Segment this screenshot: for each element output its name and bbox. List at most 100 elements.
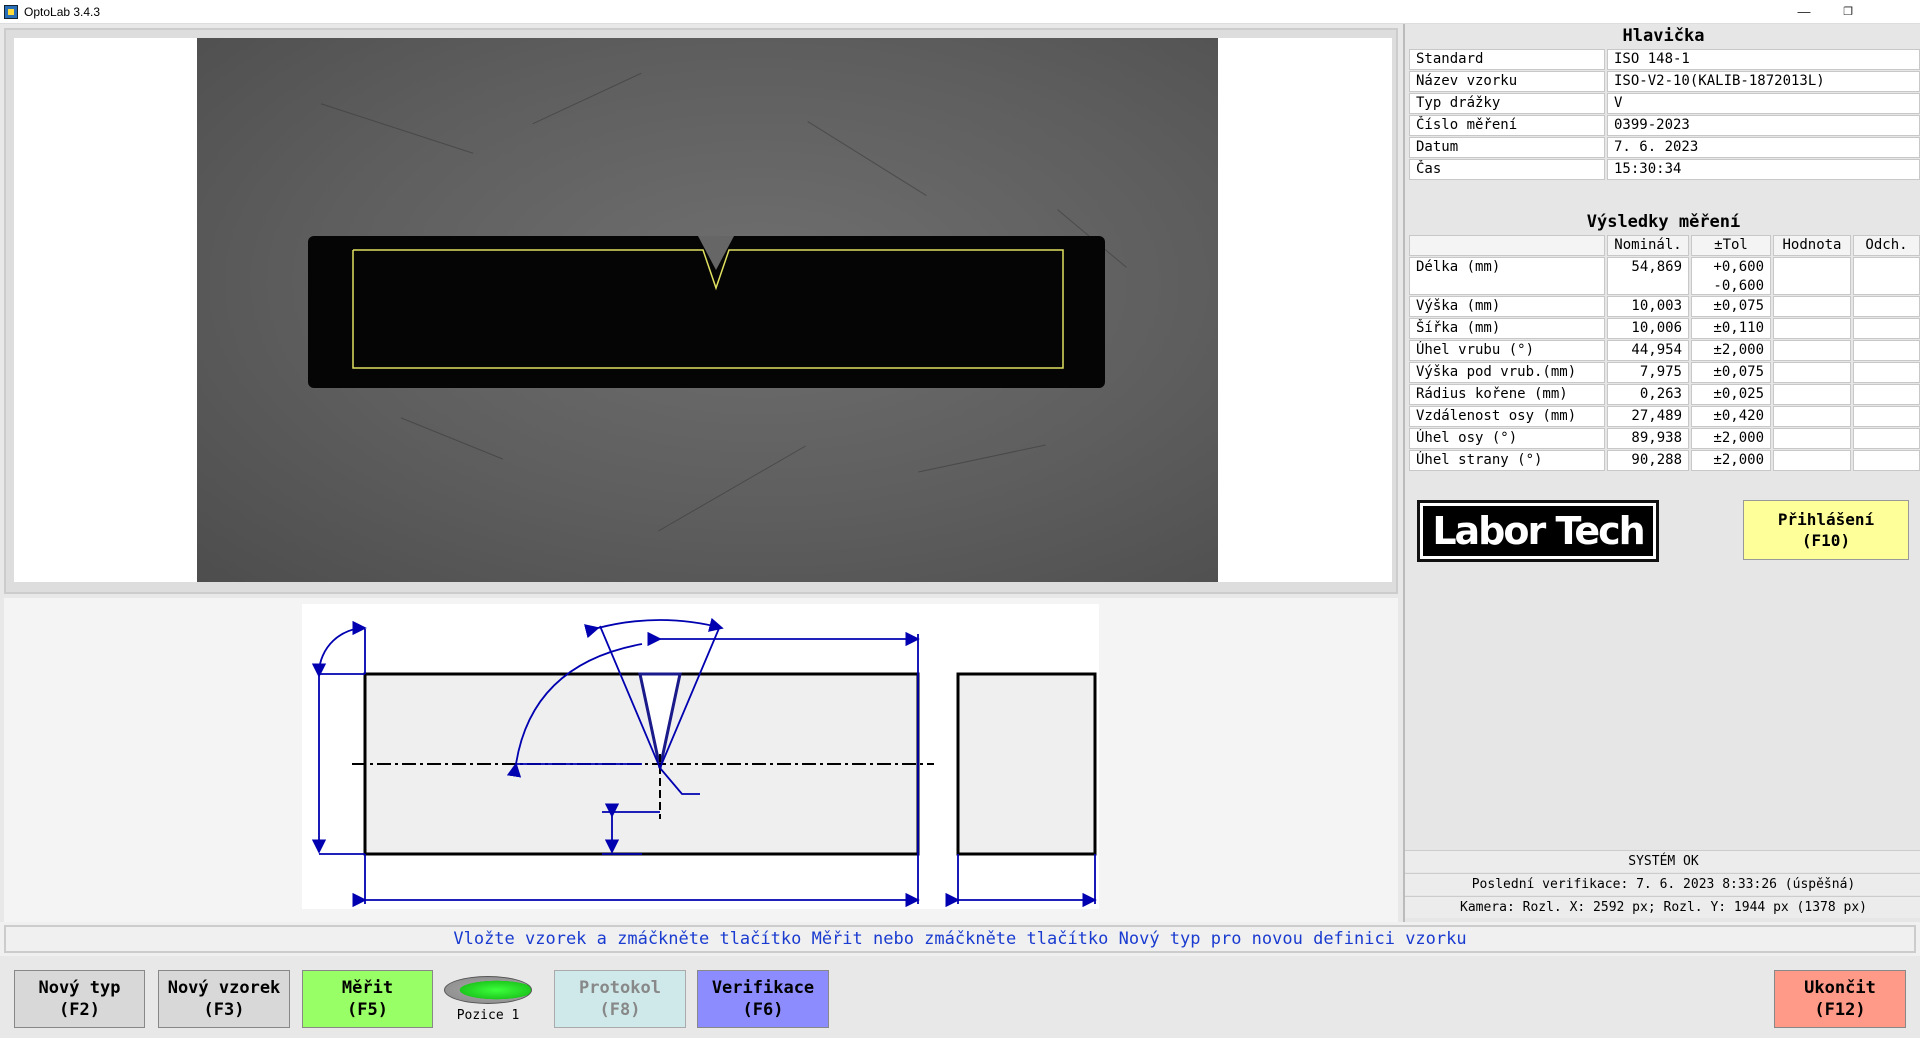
login-shortcut: (F10) xyxy=(1801,531,1851,550)
result-tol: ±2,000 xyxy=(1691,450,1771,471)
new-sample-label: Nový vzorek xyxy=(167,978,281,998)
result-tol: ±2,000 xyxy=(1691,340,1771,361)
result-tol: ±0,025 xyxy=(1691,384,1771,405)
result-nominal: 54,869 xyxy=(1607,257,1689,295)
specimen-drawing xyxy=(302,604,1099,909)
header-value: 15:30:34 xyxy=(1607,159,1920,180)
camera-panel xyxy=(4,28,1398,594)
system-status: SYSTÉM OK xyxy=(1405,850,1920,872)
login-label: Přihlášení xyxy=(1777,510,1875,529)
header-value: 0399-2023 xyxy=(1607,115,1920,136)
bottom-toolbar: Nový typ (F2) Nový vzorek (F3) Měřit (F5… xyxy=(0,956,1920,1038)
result-name: Délka (mm) xyxy=(1409,257,1605,295)
header-value: ISO-V2-10(KALIB-1872013L) xyxy=(1607,71,1920,92)
measure-label: Měřit xyxy=(341,978,394,998)
col-header-dev: Odch. xyxy=(1853,235,1920,256)
results-title: Výsledky měření xyxy=(1586,212,1741,232)
position-led-icon xyxy=(444,976,532,1004)
protocol-button[interactable]: Protokol (F8) xyxy=(554,970,686,1028)
result-value xyxy=(1773,384,1851,405)
new-type-shortcut: (F2) xyxy=(59,1000,100,1020)
result-name: Rádius kořene (mm) xyxy=(1409,384,1605,405)
measure-shortcut: (F5) xyxy=(347,1000,388,1020)
result-tol: ±0,110 xyxy=(1691,318,1771,339)
new-sample-shortcut: (F3) xyxy=(203,1000,245,1020)
result-value xyxy=(1773,362,1851,383)
result-name: Úhel osy (°) xyxy=(1409,428,1605,449)
new-type-button[interactable]: Nový typ (F2) xyxy=(14,970,145,1028)
last-verification: Poslední verifikace: 7. 6. 2023 8:33:26 … xyxy=(1405,873,1920,895)
col-header-tol: ±Tol xyxy=(1691,235,1771,256)
result-tol: ±0,075 xyxy=(1691,296,1771,317)
detection-overlay xyxy=(352,249,1064,369)
result-tol: ±2,000 xyxy=(1691,428,1771,449)
result-nominal: 27,489 xyxy=(1607,406,1689,427)
result-nominal: 89,938 xyxy=(1607,428,1689,449)
measure-button[interactable]: Měřit (F5) xyxy=(302,970,433,1028)
result-dev xyxy=(1853,384,1920,405)
position-label: Pozice 1 xyxy=(456,1008,520,1023)
protocol-shortcut: (F8) xyxy=(599,1000,641,1020)
result-value xyxy=(1773,296,1851,317)
col-header-nominal: Nominál. xyxy=(1607,235,1689,256)
exit-label: Ukončit xyxy=(1804,978,1876,998)
result-nominal: 90,288 xyxy=(1607,450,1689,471)
result-dev xyxy=(1853,257,1920,295)
restore-icon[interactable]: ❐ xyxy=(1826,2,1870,22)
exit-shortcut: (F12) xyxy=(1814,1000,1866,1020)
header-label: Typ drážky xyxy=(1409,93,1605,114)
result-tol: ±0,420 xyxy=(1691,406,1771,427)
header-label: Číslo měření xyxy=(1409,115,1605,136)
exit-button[interactable]: Ukončit (F12) xyxy=(1774,970,1906,1028)
result-value xyxy=(1773,257,1851,295)
camera-frame xyxy=(14,38,1392,582)
header-label: Standard xyxy=(1409,49,1605,70)
result-dev xyxy=(1853,340,1920,361)
verification-label: Verifikace xyxy=(711,978,815,998)
result-dev xyxy=(1853,428,1920,449)
result-name: Úhel strany (°) xyxy=(1409,450,1605,471)
header-value: ISO 148-1 xyxy=(1607,49,1920,70)
logo-text: Labor Tech xyxy=(1423,506,1653,556)
results-corner-cell xyxy=(1409,235,1605,256)
position-indicator: Pozice 1 xyxy=(440,976,536,1026)
result-tol-minus: -0,600 xyxy=(1713,278,1764,294)
header-value: V xyxy=(1607,93,1920,114)
header-label: Čas xyxy=(1409,159,1605,180)
protocol-label: Protokol xyxy=(579,978,661,998)
result-value xyxy=(1773,428,1851,449)
result-value xyxy=(1773,406,1851,427)
new-sample-button[interactable]: Nový vzorek (F3) xyxy=(158,970,290,1028)
instruction-message: Vložte vzorek a zmáčkněte tlačítko Měřit… xyxy=(4,925,1916,953)
verification-button[interactable]: Verifikace (F6) xyxy=(697,970,829,1028)
result-value xyxy=(1773,340,1851,361)
result-dev xyxy=(1853,450,1920,471)
result-name: Výška pod vrub.(mm) xyxy=(1409,362,1605,383)
app-icon xyxy=(4,5,18,19)
result-value xyxy=(1773,450,1851,471)
result-dev xyxy=(1853,296,1920,317)
drawing-panel xyxy=(4,598,1398,922)
header-label: Název vzorku xyxy=(1409,71,1605,92)
result-nominal: 0,263 xyxy=(1607,384,1689,405)
labortech-logo: Labor Tech xyxy=(1417,500,1659,562)
result-name: Úhel vrubu (°) xyxy=(1409,340,1605,361)
result-name: Výška (mm) xyxy=(1409,296,1605,317)
minimize-icon[interactable]: — xyxy=(1782,2,1826,22)
header-label: Datum xyxy=(1409,137,1605,158)
camera-image xyxy=(197,38,1218,582)
dimension-drawing-svg xyxy=(311,617,1097,908)
result-nominal: 10,003 xyxy=(1607,296,1689,317)
result-nominal: 7,975 xyxy=(1607,362,1689,383)
new-type-label: Nový typ xyxy=(38,978,121,998)
result-name: Vzdálenost osy (mm) xyxy=(1409,406,1605,427)
result-nominal: 10,006 xyxy=(1607,318,1689,339)
result-tol: +0,600 -0,600 xyxy=(1691,257,1771,295)
camera-info: Kamera: Rozl. X: 2592 px; Rozl. Y: 1944 … xyxy=(1405,896,1920,918)
result-name: Šířka (mm) xyxy=(1409,318,1605,339)
header-value: 7. 6. 2023 xyxy=(1607,137,1920,158)
verification-shortcut: (F6) xyxy=(742,1000,784,1020)
right-panel: Hlavička Standard ISO 148-1 Název vzorku… xyxy=(1403,24,1920,922)
login-button[interactable]: Přihlášení (F10) xyxy=(1743,500,1909,560)
result-dev xyxy=(1853,318,1920,339)
